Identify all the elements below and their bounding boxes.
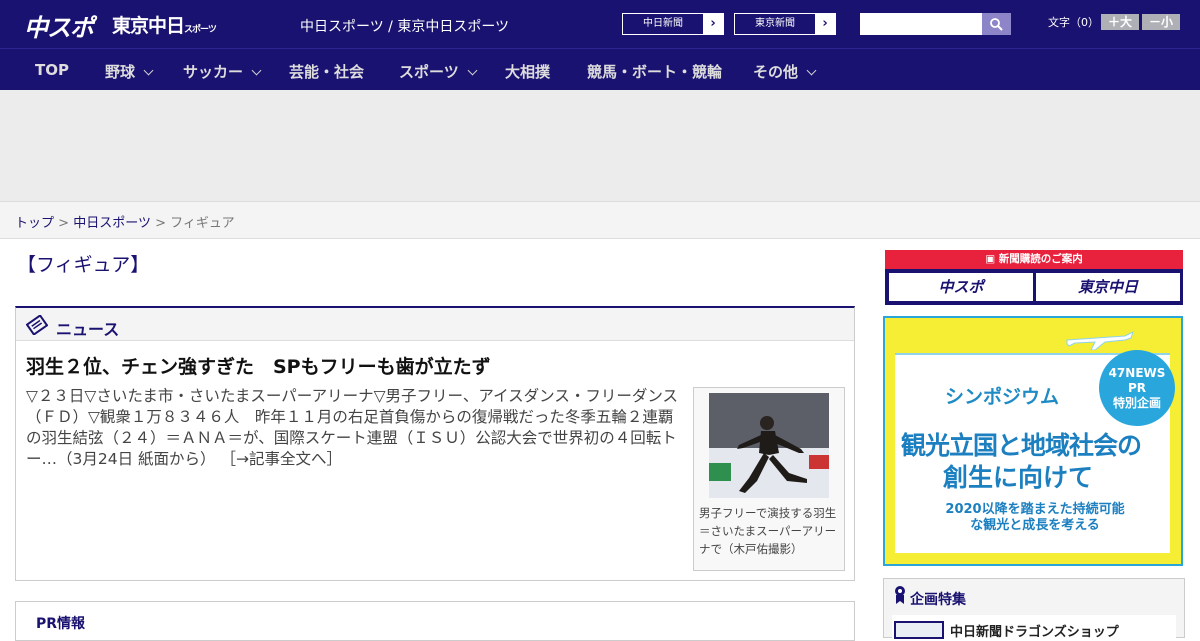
tokyo-chunichi-logo-text: 東京中日 [112, 15, 185, 37]
search-button[interactable] [982, 13, 1011, 35]
chevron-down-icon [467, 65, 478, 76]
search-icon [990, 18, 1003, 31]
ad-banner-area [0, 90, 1200, 201]
breadcrumb-top[interactable]: トップ [15, 216, 54, 231]
chevron-right-icon: › [815, 14, 835, 34]
ribbon-icon [895, 586, 905, 604]
chevron-down-icon [143, 65, 154, 76]
breadcrumb-bar: トップ > 中日スポーツ > フィギュア [0, 201, 1200, 239]
badge-line: 特別企画 [1112, 396, 1161, 410]
article-photo[interactable] [709, 393, 829, 498]
subscribe-tokyo-chunichi-logo[interactable]: 東京中日 [1036, 273, 1180, 301]
search-input[interactable] [860, 13, 982, 35]
main-nav: TOP 野球 サッカー 芸能・社会 スポーツ 大相撲 競馬・ボート・競輪 その他 [0, 48, 1200, 90]
article-title[interactable]: 羽生２位、チェン強すぎた SPもフリーも歯が立たず [26, 352, 491, 379]
chunichi-shimbun-label: 中日新聞 [643, 18, 683, 29]
subscribe-chuspo-logo[interactable]: 中スポ [889, 273, 1033, 301]
font-smaller-button[interactable]: －小 [1142, 14, 1180, 30]
news-heading: ニュース [56, 320, 120, 339]
tokyo-chunichi-logo-small: スポーツ [184, 25, 217, 35]
newspaper-icon [26, 315, 48, 335]
subscribe-banner[interactable]: ▣ 新聞購読のご案内 中スポ 東京中日 [885, 250, 1183, 305]
subscribe-banner-title: ▣ 新聞購読のご案内 [885, 250, 1183, 269]
nav-item-baseball[interactable]: 野球 [105, 61, 154, 82]
pr-heading: PR情報 [36, 616, 86, 632]
breadcrumb-separator: > [58, 216, 70, 231]
breadcrumb-current: フィギュア [170, 216, 235, 231]
symposium-headline-2: 創生に向けて [943, 463, 1094, 492]
news-header: ニュース [16, 308, 854, 341]
ticket-icon: ▣ [985, 253, 999, 265]
nav-label: その他 [753, 63, 799, 81]
symposium-ad-banner[interactable]: 47NEWS PR 特別企画 シンポジウム 観光立国と地域社会の 創生に向けて … [883, 316, 1183, 566]
feature-thumbnail [894, 621, 944, 639]
nav-label: TOP [35, 61, 69, 79]
tokyo-shimbun-label: 東京新聞 [755, 18, 795, 29]
nav-label: 芸能・社会 [289, 63, 365, 81]
article-body-text: ▽２３日▽さいたま市・さいたまスーパーアリーナ▽男子フリー、アイスダンス・フリー… [26, 387, 679, 468]
feature-item-label: 中日新聞ドラゴンズショップ [950, 625, 1119, 640]
tokyo-chunichi-logo[interactable]: 東京中日スポーツ [112, 11, 217, 38]
news-section: ニュース 羽生２位、チェン強すぎた SPもフリーも歯が立たず ▽２３日▽さいたま… [15, 306, 855, 581]
pr-section: PR情報 [15, 601, 855, 641]
symposium-subtitle: 2020以降を踏まえた持続可能な観光と成長を考える [945, 502, 1125, 533]
site-names: 中日スポーツ / 東京中日スポーツ [300, 19, 510, 35]
nav-item-entertainment[interactable]: 芸能・社会 [289, 61, 364, 82]
chunichi-shimbun-link[interactable]: 中日新聞 › [622, 13, 724, 35]
chevron-down-icon [251, 65, 262, 76]
article-photo-box: 男子フリーで演技する羽生＝さいたまスーパーアリーナで（木戸佑撮影） [693, 387, 845, 571]
badge-line: PR [1127, 381, 1147, 395]
tokyo-shimbun-link[interactable]: 東京新聞 › [734, 13, 836, 35]
top-header: 中スポ 東京中日スポーツ 中日スポーツ / 東京中日スポーツ 中日新聞 › 東京… [0, 0, 1200, 48]
article-summary: ▽２３日▽さいたま市・さいたまスーパーアリーナ▽男子フリー、アイスダンス・フリー… [26, 386, 686, 470]
nav-item-sports[interactable]: スポーツ [399, 61, 478, 82]
nav-label: 競馬・ボート・競輪 [587, 63, 723, 81]
symposium-headline-1: 観光立国と地域社会の [901, 431, 1142, 460]
47news-badge: 47NEWS PR 特別企画 [1099, 350, 1175, 426]
nav-item-sumo[interactable]: 大相撲 [505, 61, 550, 82]
nav-item-soccer[interactable]: サッカー [183, 61, 262, 82]
breadcrumb-separator: > [155, 216, 166, 231]
breadcrumb-section[interactable]: 中日スポーツ [73, 216, 151, 231]
chuspo-logo[interactable]: 中スポ [24, 8, 94, 43]
nav-item-racing[interactable]: 競馬・ボート・競輪 [587, 61, 722, 82]
nav-label: 野球 [105, 63, 136, 81]
nav-item-top[interactable]: TOP [35, 61, 69, 79]
font-size-label: 文字（0） [1048, 16, 1099, 29]
page-title: 【フィギュア】 [17, 254, 150, 276]
read-more-link[interactable]: ［→記事全文へ］ [220, 450, 342, 468]
breadcrumb: トップ > 中日スポーツ > フィギュア [15, 212, 235, 231]
nav-label: サッカー [183, 63, 244, 81]
photo-caption: 男子フリーで演技する羽生＝さいたまスーパーアリーナで（木戸佑撮影） [699, 506, 837, 556]
nav-label: 大相撲 [505, 63, 551, 81]
feature-heading: 企画特集 [910, 592, 966, 608]
symposium-title: シンポジウム [945, 386, 1060, 408]
subscribe-banner-text: 新聞購読のご案内 [998, 253, 1083, 265]
chevron-right-icon: › [703, 14, 723, 34]
nav-label: スポーツ [399, 63, 459, 81]
feature-item[interactable]: 中日新聞ドラゴンズショップ [892, 615, 1176, 640]
nav-item-other[interactable]: その他 [753, 61, 817, 82]
font-larger-button[interactable]: ＋大 [1101, 14, 1139, 30]
feature-section: 企画特集 中日新聞ドラゴンズショップ [883, 578, 1185, 640]
airplane-icon [1066, 331, 1134, 350]
skater-image [709, 393, 829, 498]
chevron-down-icon [806, 65, 817, 76]
badge-line: 47NEWS [1108, 366, 1166, 380]
